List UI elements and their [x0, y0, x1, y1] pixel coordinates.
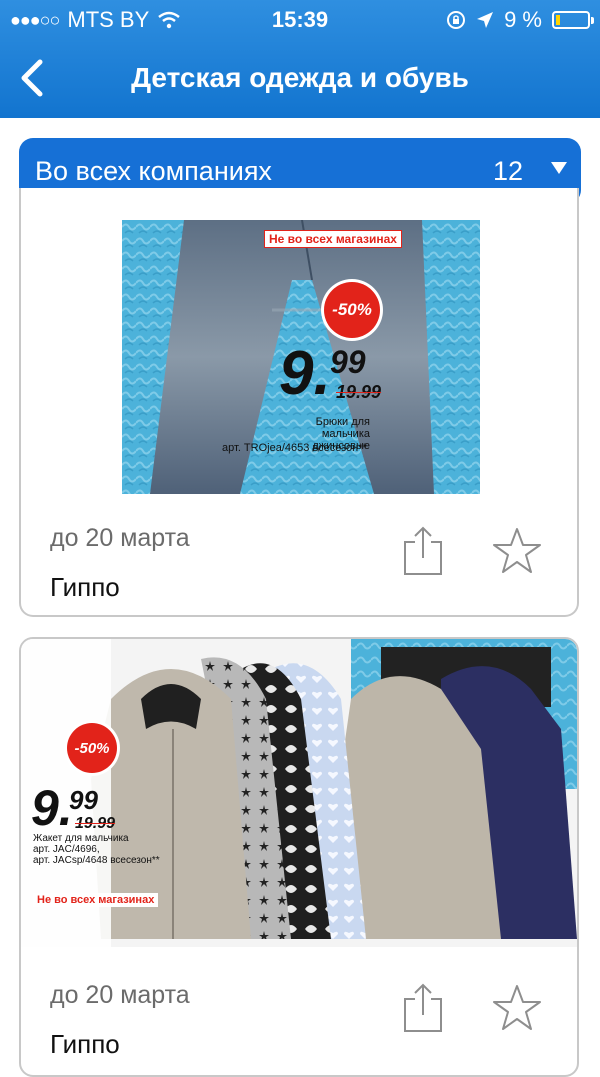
- location-arrow-icon: [477, 12, 494, 28]
- description-line: Жакет для мальчика: [33, 833, 129, 844]
- rotation-lock-icon: [447, 11, 466, 29]
- offer-date: до 20 марта: [50, 981, 190, 1009]
- price-main: 9.: [31, 780, 73, 836]
- discount-badge: -50%: [67, 723, 117, 773]
- product-description: Жакет для мальчика арт. JAC/4696, арт. J…: [33, 833, 160, 866]
- favorite-star-icon[interactable]: [492, 983, 542, 1033]
- offer-date: до 20 марта: [50, 524, 190, 552]
- status-bar: ●●●○○ MTS BY 15:39 9 %: [0, 0, 600, 40]
- offer-card[interactable]: Не во всех магазинах -50% 9. 99 19.99 Бр…: [19, 188, 579, 617]
- page-title: Детская одежда и обувь: [131, 62, 469, 93]
- shop-name: Гиппо: [50, 572, 120, 602]
- availability-label: Не во всех магазинах: [33, 893, 159, 907]
- description-line: арт. JAC/4696,: [33, 844, 100, 855]
- description-line: Брюки для мальчика: [315, 416, 370, 440]
- discount-badge: -50%: [324, 282, 380, 338]
- filter-label: Во всех компаниях: [35, 156, 272, 186]
- availability-label: Не во всех магазинах: [264, 230, 402, 248]
- battery-icon: [552, 11, 594, 29]
- share-icon[interactable]: [399, 981, 447, 1033]
- price-cents: 99: [330, 344, 366, 380]
- filter-count: 12: [492, 156, 523, 186]
- shop-name: Гиппо: [50, 1029, 120, 1059]
- price-main: 9.: [279, 339, 331, 408]
- price-old: 19.99: [75, 815, 116, 832]
- article-number: арт. TROjea/4653 всесезон**: [222, 442, 367, 454]
- app-header: ●●●○○ MTS BY 15:39 9 % Детская одежда и …: [0, 0, 600, 118]
- navigation-bar: Детская одежда и обувь: [0, 40, 600, 118]
- price-cents: 99: [69, 785, 98, 815]
- battery-percent: 9 %: [504, 7, 542, 32]
- price-old: 19.99: [336, 382, 382, 402]
- offer-card[interactable]: -50% 9. 99 19.99 Жакет для мальчика арт.…: [19, 637, 579, 1077]
- favorite-star-icon[interactable]: [492, 526, 542, 576]
- share-icon[interactable]: [399, 524, 447, 576]
- caret-down-icon: [551, 162, 567, 174]
- offer-image[interactable]: Не во всех магазинах -50% 9. 99 19.99 Бр…: [122, 220, 480, 494]
- description-line: арт. JACsp/4648 всесезон**: [33, 855, 160, 866]
- offer-image[interactable]: -50% 9. 99 19.99 Жакет для мальчика арт.…: [21, 639, 577, 947]
